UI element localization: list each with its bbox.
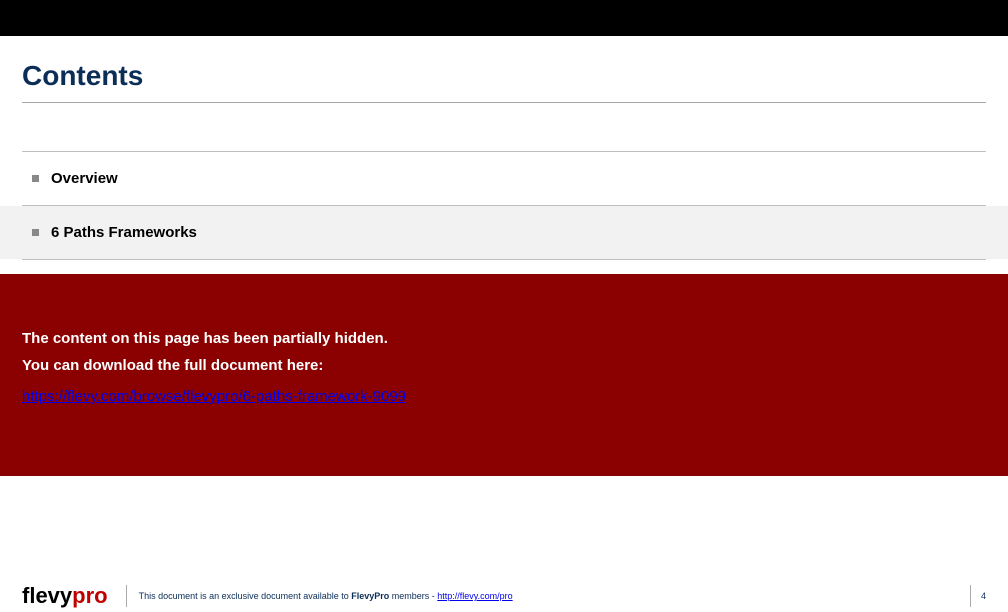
hidden-line-2: You can download the full document here: xyxy=(22,357,986,374)
contents-item-label: Overview xyxy=(51,170,118,187)
logo-flevy: flevy xyxy=(22,583,72,609)
contents-item-6-paths[interactable]: 6 Paths Frameworks xyxy=(0,206,1008,259)
logo-pro: pro xyxy=(72,583,107,609)
footer-divider xyxy=(126,585,127,607)
spacer xyxy=(0,260,1008,274)
contents-item-label: 6 Paths Frameworks xyxy=(51,224,197,241)
footer-right: 4 xyxy=(970,585,986,607)
download-link[interactable]: https://flevy.com/browse/flevypro/6-path… xyxy=(22,388,406,405)
footer-text-pre: This document is an exclusive document a… xyxy=(139,591,352,601)
footer: flevypro This document is an exclusive d… xyxy=(0,580,1008,612)
bullet-icon xyxy=(32,229,39,236)
hidden-content-banner: The content on this page has been partia… xyxy=(0,274,1008,476)
footer-divider xyxy=(970,585,971,607)
spacer xyxy=(0,103,1008,151)
footer-link[interactable]: http://flevy.com/pro xyxy=(437,591,512,601)
title-area: Contents xyxy=(0,36,1008,102)
slide-page: Contents Overview 6 Paths Frameworks The… xyxy=(0,0,1008,612)
footer-logo: flevypro xyxy=(22,583,108,609)
bullet-icon xyxy=(32,175,39,182)
footer-text-bold: FlevyPro xyxy=(351,591,389,601)
page-title: Contents xyxy=(22,60,986,92)
contents-item-overview[interactable]: Overview xyxy=(0,152,1008,205)
page-number: 4 xyxy=(981,591,986,601)
footer-text: This document is an exclusive document a… xyxy=(139,591,513,601)
hidden-line-1: The content on this page has been partia… xyxy=(22,330,986,347)
top-black-bar xyxy=(0,0,1008,36)
footer-text-mid: members - xyxy=(389,591,437,601)
